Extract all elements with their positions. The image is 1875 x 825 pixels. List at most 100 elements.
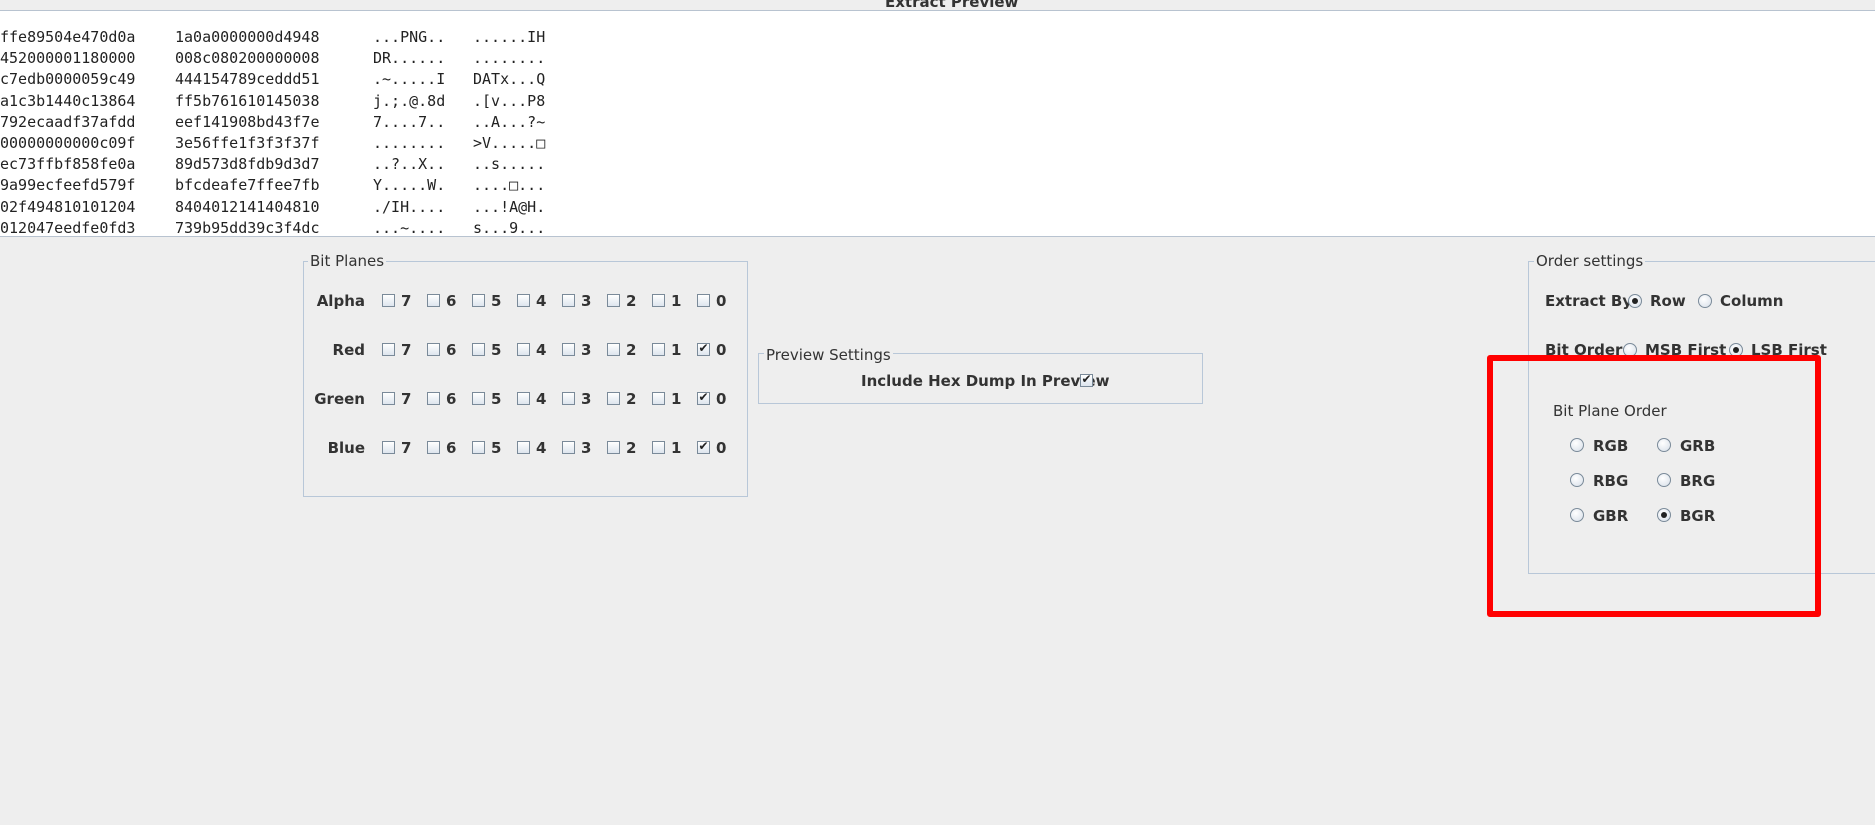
hex-bytes-col: eef141908bd43f7e (175, 112, 320, 131)
bit-number-label: 7 (401, 341, 412, 359)
hex-bytes-col: ff5b761610145038 (175, 91, 320, 110)
hex-bytes-col: bfcdeafe7ffee7fb (175, 176, 320, 195)
bit-checkbox-red-2[interactable] (607, 343, 620, 356)
ascii-col-2: ......IH (473, 28, 546, 46)
bit-checkbox-red-0[interactable] (697, 343, 710, 356)
bit-number-label: 1 (671, 390, 682, 408)
hex-offset-col: 792ecaadf37afdd (0, 112, 136, 131)
window-title: Extract Preview (885, 0, 1019, 11)
hex-offset-col: 02f494810101204 (0, 197, 136, 216)
bit-number-label: 0 (716, 292, 727, 310)
bit-checkbox-green-1[interactable] (652, 392, 665, 405)
hex-offset-col: 012047eedfe0fd3 (0, 218, 136, 237)
bit-number-label: 0 (716, 341, 727, 359)
bit-checkbox-alpha-4[interactable] (517, 294, 530, 307)
bit-checkbox-green-3[interactable] (562, 392, 575, 405)
bit-checkbox-green-2[interactable] (607, 392, 620, 405)
hex-offset-col: ffe89504e470d0a (0, 28, 136, 46)
bit-number-label: 1 (671, 341, 682, 359)
hex-preview-pane[interactable]: ffe89504e470d0a 1a0a0000000d4948 ...PNG...… (0, 11, 1875, 237)
preview-settings-title: Preview Settings (764, 346, 893, 364)
bit-checkbox-alpha-5[interactable] (472, 294, 485, 307)
bit-number-label: 7 (401, 439, 412, 457)
bit-number-label: 2 (626, 341, 637, 359)
bit-checkbox-green-5[interactable] (472, 392, 485, 405)
bit-checkbox-blue-5[interactable] (472, 441, 485, 454)
channel-label-red: Red (332, 341, 365, 359)
bit-number-label: 3 (581, 439, 592, 457)
ascii-col-2: >V.....□ (473, 134, 546, 152)
bit-checkbox-blue-1[interactable] (652, 441, 665, 454)
bit-number-label: 4 (536, 292, 547, 310)
ascii-col-2: ........ (473, 49, 546, 68)
ascii-col-1: j.;.@.8d (373, 91, 446, 110)
bit-checkbox-blue-7[interactable] (382, 441, 395, 454)
extract-by-column-radio[interactable] (1698, 294, 1712, 308)
hex-offset-col: 9a99ecfeefd579f (0, 176, 136, 195)
bit-number-label: 2 (626, 292, 637, 310)
extract-by-row-label[interactable]: Row (1650, 292, 1686, 310)
bit-number-label: 4 (536, 439, 547, 457)
ascii-col-1: 7....7.. (373, 112, 446, 131)
bit-number-label: 5 (491, 439, 502, 457)
hex-bytes-col: 444154789ceddd51 (175, 70, 320, 89)
ascii-col-2: ...!A@H. (473, 197, 546, 216)
bit-number-label: 5 (491, 292, 502, 310)
ascii-col-2: ..s..... (473, 155, 546, 174)
bit-checkbox-green-4[interactable] (517, 392, 530, 405)
bit-checkbox-alpha-1[interactable] (652, 294, 665, 307)
bit-checkbox-alpha-0[interactable] (697, 294, 710, 307)
bit-number-label: 2 (626, 439, 637, 457)
bit-checkbox-alpha-3[interactable] (562, 294, 575, 307)
bit-checkbox-red-4[interactable] (517, 343, 530, 356)
hex-offset-col: 452000001180000 (0, 49, 136, 68)
extract-by-label: Extract By (1545, 292, 1633, 310)
bit-number-label: 1 (671, 292, 682, 310)
bit-checkbox-blue-6[interactable] (427, 441, 440, 454)
bit-checkbox-blue-4[interactable] (517, 441, 530, 454)
hex-bytes-col: 8404012141404810 (175, 197, 320, 216)
highlight-annotation-box (1487, 355, 1821, 617)
bit-checkbox-blue-0[interactable] (697, 441, 710, 454)
bit-checkbox-red-6[interactable] (427, 343, 440, 356)
hex-offset-col: 00000000000c09f (0, 134, 136, 152)
bit-planes-title: Bit Planes (308, 252, 387, 270)
bit-checkbox-alpha-7[interactable] (382, 294, 395, 307)
bit-number-label: 7 (401, 390, 412, 408)
extract-by-column-label[interactable]: Column (1720, 292, 1783, 310)
ascii-col-2: DATx...Q (473, 70, 546, 89)
window-titlebar: Extract Preview (0, 0, 1875, 11)
bit-number-label: 1 (671, 439, 682, 457)
bit-checkbox-green-7[interactable] (382, 392, 395, 405)
bit-number-label: 3 (581, 390, 592, 408)
bit-number-label: 4 (536, 390, 547, 408)
bit-number-label: 5 (491, 390, 502, 408)
ascii-col-1: .~.....I (373, 70, 446, 89)
bit-checkbox-red-3[interactable] (562, 343, 575, 356)
ascii-col-2: ....□... (473, 176, 546, 195)
channel-label-blue: Blue (327, 439, 365, 457)
include-hex-dump-checkbox[interactable] (1080, 374, 1093, 387)
bit-checkbox-red-5[interactable] (472, 343, 485, 356)
include-hex-dump-label: Include Hex Dump In Preview (861, 372, 1110, 390)
bit-checkbox-alpha-6[interactable] (427, 294, 440, 307)
ascii-col-1: ./IH.... (373, 197, 446, 216)
extract-by-row-radio[interactable] (1628, 294, 1642, 308)
bit-number-label: 3 (581, 292, 592, 310)
bit-checkbox-green-6[interactable] (427, 392, 440, 405)
bit-checkbox-red-1[interactable] (652, 343, 665, 356)
ascii-col-1: ...~.... (373, 218, 446, 237)
bit-checkbox-red-7[interactable] (382, 343, 395, 356)
bit-checkbox-blue-3[interactable] (562, 441, 575, 454)
bit-checkbox-green-0[interactable] (697, 392, 710, 405)
bit-number-label: 6 (446, 390, 457, 408)
ascii-col-1: DR...... (373, 49, 446, 68)
bit-number-label: 0 (716, 390, 727, 408)
hex-offset-col: ec73ffbf858fe0a (0, 155, 136, 174)
ascii-col-2: s...9... (473, 218, 546, 237)
bit-number-label: 0 (716, 439, 727, 457)
bit-checkbox-blue-2[interactable] (607, 441, 620, 454)
bit-number-label: 5 (491, 341, 502, 359)
bit-checkbox-alpha-2[interactable] (607, 294, 620, 307)
bit-number-label: 6 (446, 341, 457, 359)
